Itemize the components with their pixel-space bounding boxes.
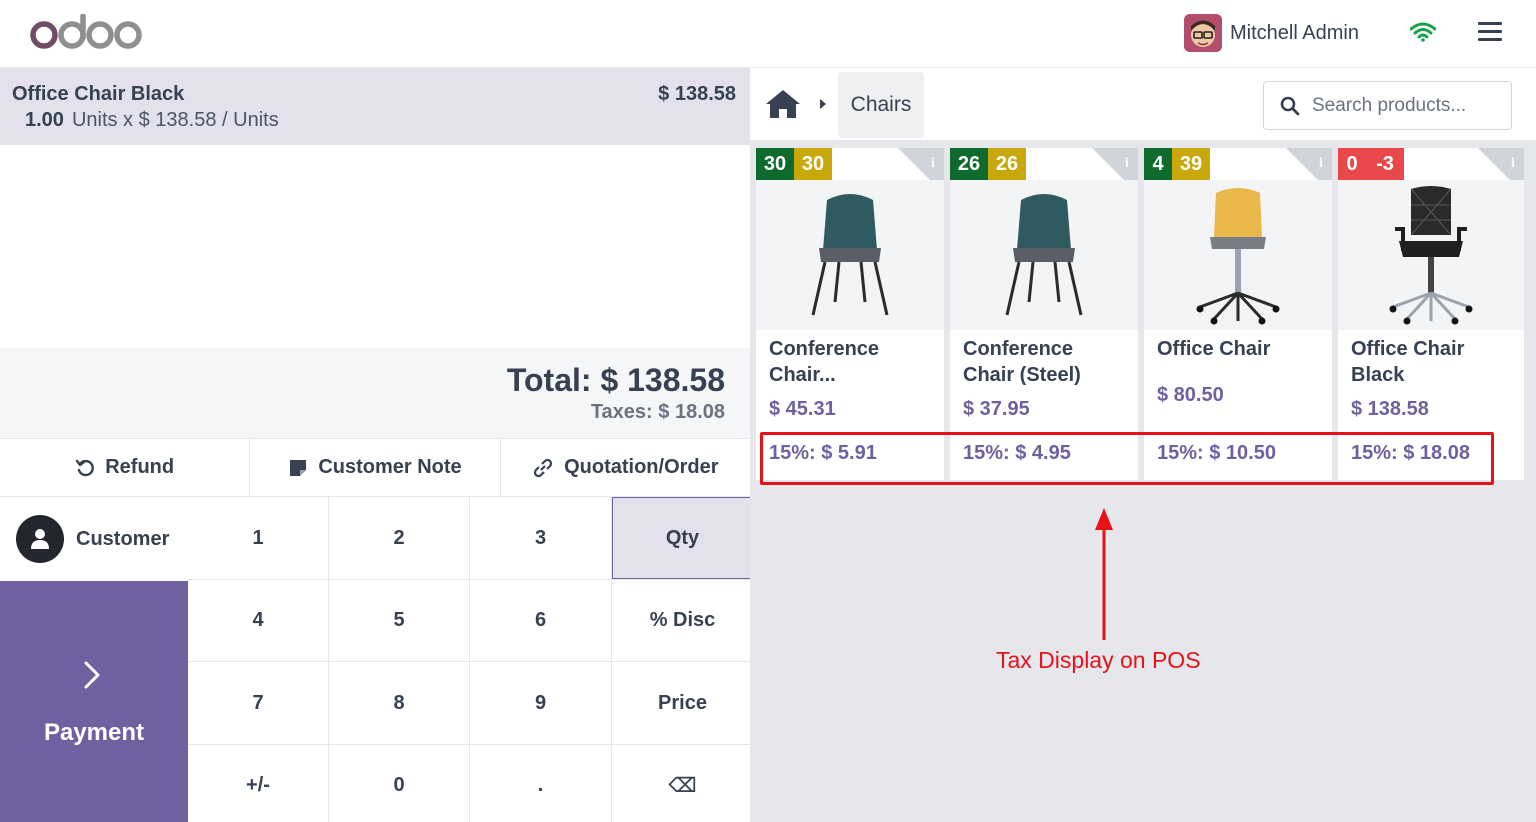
odoo-logo[interactable] <box>28 14 144 50</box>
tax-highlight-box <box>760 432 1494 485</box>
search-box <box>1263 81 1512 130</box>
user-icon <box>16 515 64 563</box>
product-name: Conference Chair... <box>769 338 880 386</box>
payment-label: Payment <box>43 719 145 746</box>
order-total: Total: $ 138.58 <box>506 362 725 398</box>
order-taxes: Taxes: $ 18.08 <box>590 401 725 423</box>
user-name: Mitchell Admin <box>1230 21 1359 44</box>
order-line-price: $ 138.58 <box>658 83 736 105</box>
numpad-key-5[interactable]: 5 <box>329 580 469 661</box>
chevron-right-icon <box>84 661 100 689</box>
product-list: 30 30 i Conference Chair... $ 45.31 15%:… <box>756 148 1530 480</box>
user-menu[interactable]: Mitchell Admin <box>1184 14 1359 52</box>
payment-button[interactable]: Payment <box>0 581 188 822</box>
refund-button[interactable]: Refund <box>0 439 251 496</box>
search-input[interactable] <box>1312 94 1492 117</box>
numpad-key-0[interactable]: 0 <box>329 745 469 822</box>
product-image <box>756 180 944 330</box>
stock-forecast-badge: 39 <box>1172 148 1210 180</box>
avatar <box>1184 14 1222 52</box>
top-bar: Mitchell Admin <box>0 0 1536 68</box>
hamburger-menu-icon[interactable] <box>1478 22 1502 44</box>
numpad-key-4[interactable]: 4 <box>188 580 328 661</box>
svg-text:i: i <box>931 156 935 171</box>
product-image <box>1338 180 1524 330</box>
svg-text:i: i <box>1319 156 1323 171</box>
product-card[interactable]: 4 39 i Office Chair $ 80.50 15%: $ 10.50 <box>1144 148 1332 480</box>
product-card[interactable]: 0 -3 i Office Chair Black $ 138.58 15%: … <box>1338 148 1524 480</box>
note-icon <box>288 458 308 478</box>
numpad-key-8[interactable]: 8 <box>329 662 469 744</box>
customer-note-button[interactable]: Customer Note <box>250 439 501 496</box>
refund-label: Refund <box>105 456 175 478</box>
numpad-mode-disc[interactable]: % Disc <box>612 580 753 661</box>
product-price: $ 138.58 <box>1351 398 1429 420</box>
product-name: Office Chair <box>1157 338 1271 360</box>
order-line-product: Office Chair Black <box>12 83 185 105</box>
stock-forecast-badge: 26 <box>988 148 1026 180</box>
arrow-up-icon <box>1095 508 1113 640</box>
backspace-icon[interactable]: ⌫ <box>612 745 753 822</box>
order-empty-area <box>0 145 750 348</box>
control-buttons: Refund Customer Note Quotation/Order <box>0 438 750 497</box>
stock-forecast-badge: -3 <box>1366 148 1404 180</box>
quotation-order-button[interactable]: Quotation/Order <box>500 439 750 496</box>
product-card[interactable]: 26 26 i Conference Chair (Steel) $ 37.95… <box>950 148 1138 480</box>
home-icon[interactable] <box>764 88 802 120</box>
numpad-key-decimal[interactable]: . <box>470 745 611 822</box>
stock-on-hand-badge: 30 <box>756 148 794 180</box>
order-line[interactable]: Office Chair Black $ 138.58 1.00 Units x … <box>0 68 750 145</box>
product-image <box>1144 180 1332 330</box>
numpad-key-2[interactable]: 2 <box>329 497 469 579</box>
link-icon <box>532 457 554 479</box>
numpad-key-plus-minus[interactable]: +/- <box>188 745 328 822</box>
svg-text:i: i <box>1125 156 1129 171</box>
product-image <box>950 180 1138 330</box>
search-icon <box>1280 96 1300 115</box>
product-price: $ 37.95 <box>963 398 1030 420</box>
order-line-qty: 1.00 <box>25 109 64 131</box>
quotation-order-label: Quotation/Order <box>564 456 719 478</box>
numpad-mode-qty[interactable]: Qty <box>612 497 753 579</box>
undo-icon <box>75 458 95 478</box>
order-totals: Total: $ 138.58 Taxes: $ 18.08 <box>0 348 750 438</box>
stock-on-hand-badge: 4 <box>1144 148 1172 180</box>
product-price: $ 45.31 <box>769 398 836 420</box>
svg-text:i: i <box>1511 156 1515 171</box>
order-line-detail: 1.00 Units x $ 138.58 / Units <box>25 109 279 132</box>
order-line-unit: Units x $ 138.58 / Units <box>71 109 279 131</box>
numpad-key-9[interactable]: 9 <box>470 662 611 744</box>
customer-button[interactable]: Customer <box>0 497 188 581</box>
customer-note-label: Customer Note <box>318 456 462 478</box>
product-name: Conference Chair (Steel) <box>963 338 1081 386</box>
stock-on-hand-badge: 0 <box>1338 148 1366 180</box>
product-price: $ 80.50 <box>1157 384 1224 406</box>
product-card[interactable]: 30 30 i Conference Chair... $ 45.31 15%:… <box>756 148 944 480</box>
stock-forecast-badge: 30 <box>794 148 832 180</box>
annotation-label: Tax Display on POS <box>996 647 1201 673</box>
product-name: Office Chair Black <box>1351 338 1465 386</box>
breadcrumb-separator-icon <box>820 99 826 109</box>
customer-label: Customer <box>76 527 170 550</box>
numpad: 1 2 3 Qty 4 5 6 % Disc 7 8 9 Price +/- 0… <box>188 497 753 822</box>
numpad-key-1[interactable]: 1 <box>188 497 328 579</box>
numpad-mode-price[interactable]: Price <box>612 662 753 744</box>
breadcrumb-category[interactable]: Chairs <box>838 72 924 138</box>
stock-on-hand-badge: 26 <box>950 148 988 180</box>
numpad-key-7[interactable]: 7 <box>188 662 328 744</box>
wifi-icon[interactable] <box>1410 22 1436 42</box>
numpad-key-3[interactable]: 3 <box>470 497 611 579</box>
breadcrumb: Chairs <box>750 68 1536 141</box>
numpad-key-6[interactable]: 6 <box>470 580 611 661</box>
